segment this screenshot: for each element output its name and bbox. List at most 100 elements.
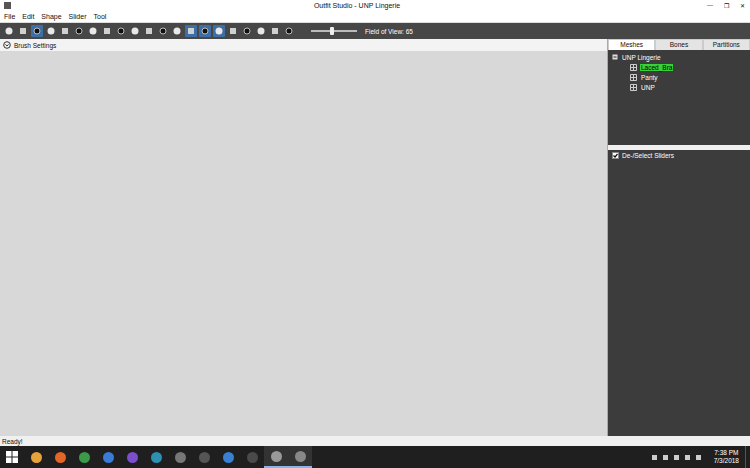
tool-button[interactable] — [3, 25, 15, 37]
tool-button[interactable] — [213, 25, 225, 37]
check-icon — [612, 152, 619, 159]
menu-item[interactable]: Edit — [22, 13, 34, 20]
window-control[interactable]: ✕ — [734, 2, 750, 9]
tool-icon — [46, 26, 56, 36]
taskbar-app[interactable] — [240, 446, 264, 468]
taskbar-app[interactable] — [192, 446, 216, 468]
tree-item[interactable]: UNP — [612, 82, 746, 92]
windows-icon — [6, 451, 18, 463]
tool-icon — [270, 26, 280, 36]
menu-item[interactable]: Tool — [94, 13, 107, 20]
menu-item[interactable]: Slider — [69, 13, 87, 20]
app-icon — [246, 451, 259, 464]
tool-button[interactable] — [143, 25, 155, 37]
tray-icon[interactable] — [651, 454, 658, 461]
tab[interactable]: Meshes — [608, 39, 655, 50]
tool-button[interactable] — [87, 25, 99, 37]
tool-button[interactable] — [199, 25, 211, 37]
taskbar-app[interactable] — [168, 446, 192, 468]
app-icon — [102, 451, 115, 464]
mesh-icon — [630, 84, 637, 91]
mesh-icon — [630, 74, 637, 81]
tool-button[interactable] — [129, 25, 141, 37]
app-window: Outfit Studio - UNP Lingerie —❐✕ File Edi… — [0, 0, 750, 468]
tree-item[interactable]: Laced_Bra — [612, 62, 746, 72]
status-bar: Ready! — [0, 436, 750, 446]
app-icon — [198, 451, 211, 464]
tool-icon — [116, 26, 126, 36]
tab[interactable]: Bones — [655, 39, 702, 50]
brush-settings[interactable]: Brush Settings — [0, 39, 607, 51]
taskbar-app[interactable] — [216, 446, 240, 468]
slider-panel — [608, 161, 750, 436]
tree-root[interactable]: UNP Lingerie — [612, 52, 746, 62]
show-desktop[interactable] — [745, 446, 750, 468]
tray-icon[interactable] — [662, 454, 669, 461]
tool-button[interactable] — [45, 25, 57, 37]
mesh-tree: UNP Lingerie Laced_Bra Panty UNP — [608, 50, 750, 145]
clock[interactable]: 7:38 PM 7/3/2018 — [708, 449, 745, 465]
tool-button[interactable] — [241, 25, 253, 37]
tool-button[interactable] — [31, 25, 43, 37]
panel-tabs: MeshesBonesPartitions — [608, 39, 750, 50]
tool-button[interactable] — [171, 25, 183, 37]
mesh-icon — [630, 64, 637, 71]
tool-icon — [284, 26, 294, 36]
tool-button[interactable] — [185, 25, 197, 37]
tool-icon — [242, 26, 252, 36]
fov-slider[interactable] — [311, 26, 357, 36]
menu-bar: File Edit Shape Slider Tool — [0, 11, 750, 23]
app-icon — [54, 451, 67, 464]
app-icon — [78, 451, 91, 464]
tool-icon — [74, 26, 84, 36]
tool-icon — [228, 26, 238, 36]
tool-icon — [172, 26, 182, 36]
window-control[interactable]: ❐ — [718, 2, 734, 9]
toolbar: Field of View: 65 — [0, 23, 750, 39]
tab[interactable]: Partitions — [703, 39, 750, 50]
tray-icon[interactable] — [684, 454, 691, 461]
tray-icon[interactable] — [695, 454, 702, 461]
tool-button[interactable] — [59, 25, 71, 37]
taskbar-app[interactable] — [72, 446, 96, 468]
tool-button[interactable] — [17, 25, 29, 37]
tool-icon — [158, 26, 168, 36]
menu-item[interactable]: File — [4, 13, 15, 20]
app-icon — [30, 451, 43, 464]
viewport[interactable] — [0, 51, 607, 436]
tool-button[interactable] — [73, 25, 85, 37]
tool-icon — [200, 26, 210, 36]
taskbar-app[interactable] — [24, 446, 48, 468]
collapse-icon[interactable] — [612, 54, 618, 60]
expand-icon — [3, 41, 11, 49]
app-icon — [294, 450, 307, 463]
tool-icon — [102, 26, 112, 36]
tool-button[interactable] — [255, 25, 267, 37]
window-control[interactable]: — — [702, 2, 718, 9]
tool-button[interactable] — [101, 25, 113, 37]
menu-item[interactable]: Shape — [41, 13, 61, 20]
app-icon — [222, 451, 235, 464]
window-title: Outfit Studio - UNP Lingerie — [12, 2, 702, 9]
taskbar-app[interactable] — [96, 446, 120, 468]
slider-header: De-/Select Sliders — [608, 150, 750, 161]
app-icon — [3, 1, 12, 10]
tool-button[interactable] — [157, 25, 169, 37]
tool-icon — [186, 26, 196, 36]
tool-icon — [214, 26, 224, 36]
tool-icon — [60, 26, 70, 36]
tree-item[interactable]: Panty — [612, 72, 746, 82]
tool-button[interactable] — [227, 25, 239, 37]
taskbar-app[interactable] — [288, 446, 312, 468]
tool-button[interactable] — [269, 25, 281, 37]
taskbar-app[interactable] — [120, 446, 144, 468]
start-button[interactable] — [0, 446, 24, 468]
taskbar-app[interactable] — [144, 446, 168, 468]
select-sliders-checkbox[interactable] — [612, 152, 619, 159]
taskbar-app[interactable] — [48, 446, 72, 468]
tool-button[interactable] — [115, 25, 127, 37]
taskbar-app[interactable] — [264, 446, 288, 468]
tool-icon — [88, 26, 98, 36]
tray-icon[interactable] — [673, 454, 680, 461]
tool-button[interactable] — [283, 25, 295, 37]
